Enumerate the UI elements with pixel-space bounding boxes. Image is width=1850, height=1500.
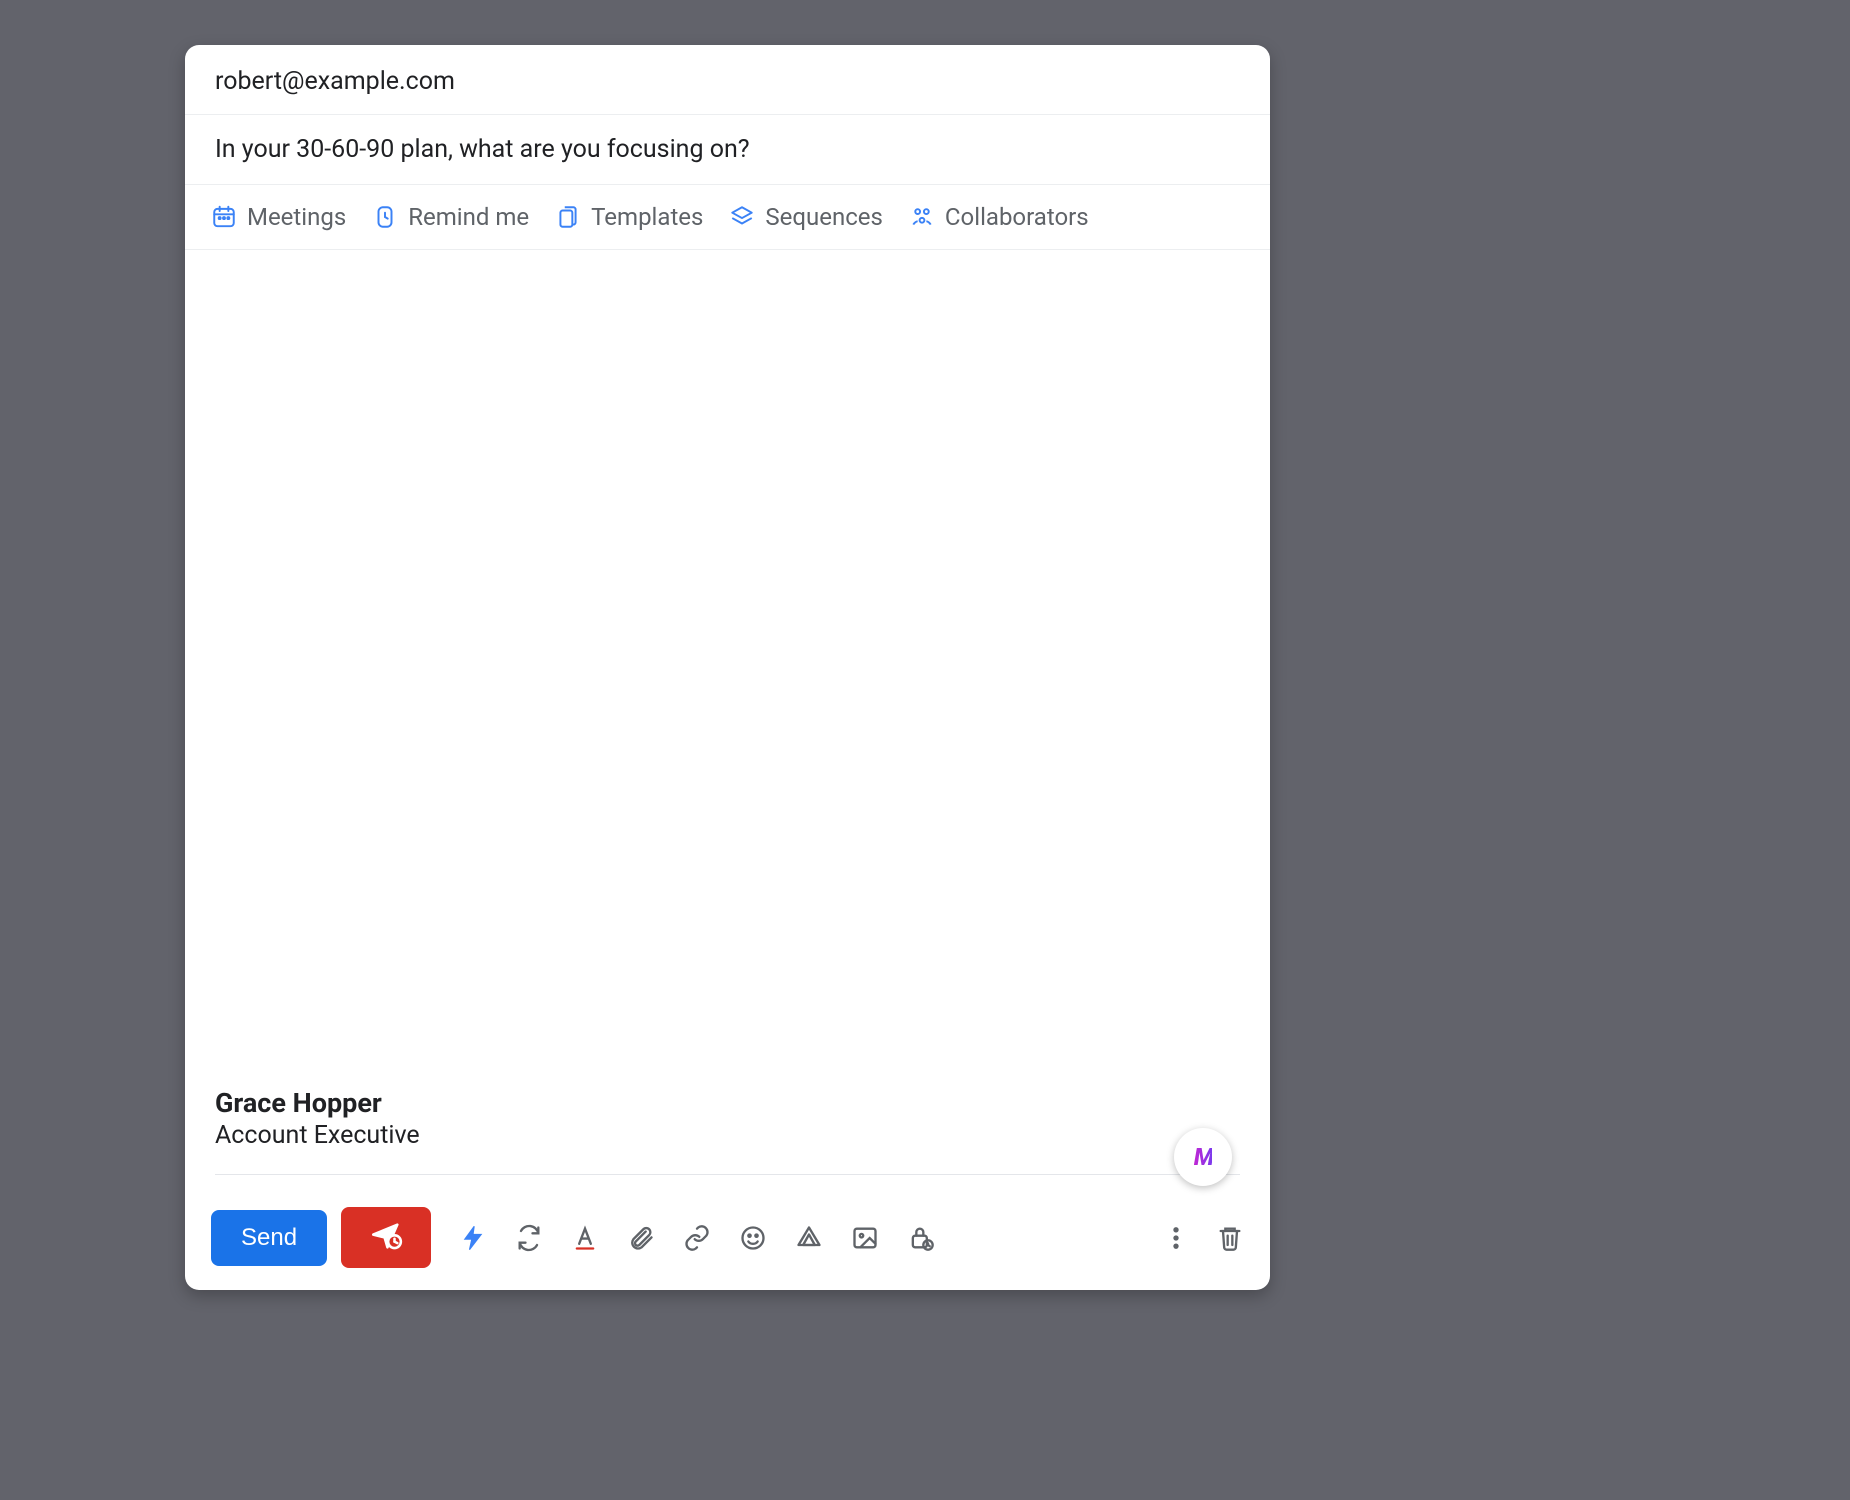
recipient-address[interactable]: robert@example.com [215, 67, 455, 96]
sequences-label: Sequences [765, 203, 883, 231]
text-format-icon[interactable] [571, 1224, 599, 1252]
formatting-icons [459, 1224, 935, 1252]
templates-tool[interactable]: Templates [555, 203, 703, 231]
signature-divider [215, 1174, 1240, 1175]
quick-tools-strip: Meetings Remind me Templates Sequences [185, 185, 1270, 250]
sequences-tool[interactable]: Sequences [729, 203, 883, 231]
lock-timer-icon[interactable] [907, 1224, 935, 1252]
signature-block: Grace Hopper Account Executive [185, 1087, 1270, 1189]
extension-badge-initials: M [1194, 1143, 1212, 1171]
message-body[interactable] [185, 250, 1270, 1087]
compose-window: robert@example.com In your 30-60-90 plan… [185, 45, 1270, 1290]
clock-icon [372, 204, 398, 230]
subject-text[interactable]: In your 30-60-90 plan, what are you focu… [215, 135, 750, 164]
more-options-icon[interactable] [1162, 1224, 1190, 1252]
meetings-label: Meetings [247, 203, 346, 231]
attachment-icon[interactable] [627, 1224, 655, 1252]
calendar-icon [211, 204, 237, 230]
collaborators-label: Collaborators [945, 203, 1089, 231]
trash-icon[interactable] [1216, 1224, 1244, 1252]
remind-label: Remind me [408, 203, 529, 231]
send-later-button[interactable] [341, 1207, 431, 1268]
drive-icon[interactable] [795, 1224, 823, 1252]
signature-title: Account Executive [215, 1121, 1240, 1150]
layers-icon [729, 204, 755, 230]
template-icon [555, 204, 581, 230]
subject-row[interactable]: In your 30-60-90 plan, what are you focu… [185, 115, 1270, 185]
meetings-tool[interactable]: Meetings [211, 203, 346, 231]
compose-footer: Send [185, 1189, 1270, 1290]
templates-label: Templates [591, 203, 703, 231]
emoji-icon[interactable] [739, 1224, 767, 1252]
remind-tool[interactable]: Remind me [372, 203, 529, 231]
bolt-icon[interactable] [459, 1224, 487, 1252]
extension-badge[interactable]: M [1174, 1128, 1232, 1186]
send-plane-clock-icon [369, 1219, 403, 1256]
recipient-row[interactable]: robert@example.com [185, 45, 1270, 115]
signature-name: Grace Hopper [215, 1087, 1240, 1119]
collaborators-tool[interactable]: Collaborators [909, 203, 1089, 231]
image-icon[interactable] [851, 1224, 879, 1252]
refresh-icon[interactable] [515, 1224, 543, 1252]
people-icon [909, 204, 935, 230]
link-icon[interactable] [683, 1224, 711, 1252]
send-button[interactable]: Send [211, 1210, 327, 1266]
